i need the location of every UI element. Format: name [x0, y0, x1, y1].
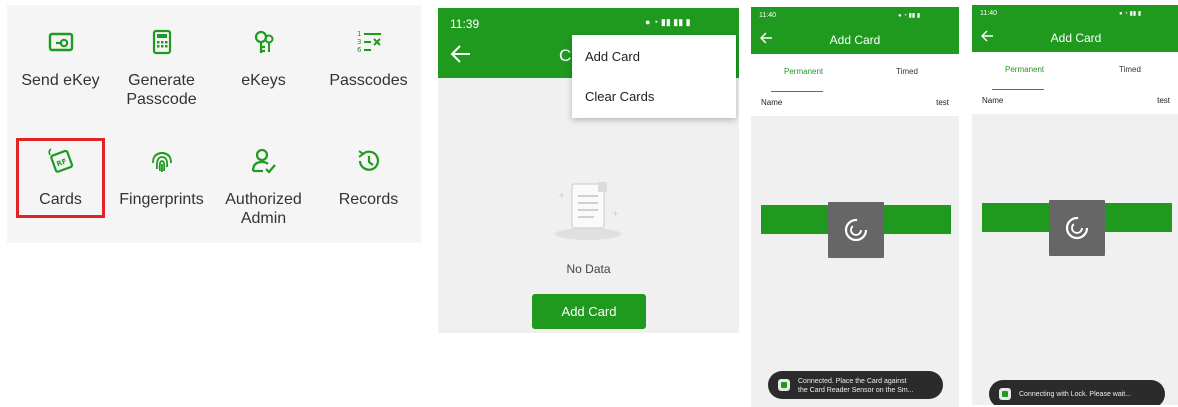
spinner-icon: [1065, 216, 1089, 240]
name-field[interactable]: Name test: [972, 90, 1178, 114]
fingerprint-icon: [151, 152, 172, 172]
toast-text: Connecting with Lock. Please wait...: [1019, 391, 1132, 398]
name-value[interactable]: test: [936, 98, 949, 107]
toast-message: Connected. Place the Card against the Ca…: [768, 371, 943, 399]
lock-features-grid: Send eKey Generate Passcode eKeys 136 Pa…: [7, 5, 421, 243]
cards-label: Cards: [39, 191, 82, 208]
tab-timed[interactable]: Timed: [896, 67, 918, 76]
svg-text:1: 1: [357, 30, 361, 38]
tab-timed[interactable]: Timed: [1119, 65, 1141, 74]
toast-message: Connecting with Lock. Please wait...: [989, 380, 1165, 405]
send-ekey-label: Send eKey: [21, 72, 100, 89]
back-arrow-icon[interactable]: [450, 43, 472, 65]
ekeys-label: eKeys: [241, 72, 286, 89]
authorized-admin-icon: [251, 148, 276, 174]
fingerprints-label: Fingerprints: [119, 191, 204, 208]
empty-state-text: No Data: [566, 262, 611, 276]
tab-bar: Permanent Timed: [751, 54, 959, 94]
name-field[interactable]: Name test: [751, 92, 959, 116]
generate-passcode-label: Generate Passcode: [126, 72, 197, 108]
records-item[interactable]: Records: [317, 147, 420, 209]
passcodes-label: Passcodes: [329, 72, 408, 89]
svg-text:6: 6: [357, 46, 362, 54]
name-label: Name: [982, 96, 1004, 105]
status-time: 11:40: [980, 10, 997, 17]
menu-item-clear-cards[interactable]: Clear Cards: [585, 89, 654, 104]
name-label: Name: [761, 98, 783, 107]
toast-line-2: the Card Reader Sensor on the Sm...: [798, 387, 914, 394]
fingerprints-item[interactable]: Fingerprints: [110, 147, 213, 209]
cards-screen: 11:39 ● ◔ ▮▮ ▮▮ ▮ C + + No Data Add Card…: [438, 8, 739, 333]
generate-passcode-icon: [152, 29, 171, 55]
toast-line-1: Connected. Place the Card against: [798, 378, 907, 385]
app-icon: [778, 379, 790, 391]
tab-permanent[interactable]: Permanent: [784, 67, 823, 76]
page-title: C: [559, 46, 572, 65]
status-icons: ● ◔ ▮▮ ▮: [898, 13, 921, 19]
page-title: Add Card: [1050, 31, 1102, 45]
overflow-menu: Add Card Clear Cards: [572, 35, 736, 118]
status-time: 11:40: [759, 12, 776, 19]
svg-text:RF: RF: [55, 157, 67, 168]
app-icon: [999, 388, 1011, 400]
status-icons: ● ◔ ▮▮ ▮▮ ▮: [645, 17, 691, 27]
loading-overlay: [828, 202, 884, 258]
add-card-connecting-screen: 11:40 ● ◔ ▮▮ ▮ Add Card Permanent Timed …: [972, 5, 1178, 405]
loading-overlay: [1049, 200, 1105, 256]
records-label: Records: [338, 191, 399, 208]
svg-text:+: +: [612, 209, 619, 218]
ekeys-item[interactable]: eKeys: [212, 28, 315, 90]
tab-permanent[interactable]: Permanent: [1005, 65, 1044, 74]
no-data-illustration-icon: + +: [555, 182, 621, 240]
cards-item[interactable]: RF Cards: [9, 147, 112, 209]
spinner-icon: [844, 218, 868, 242]
page-title: Add Card: [829, 33, 881, 47]
send-ekey-icon: [48, 32, 73, 52]
generate-passcode-item[interactable]: Generate Passcode: [110, 28, 213, 109]
status-icons: ● ◔ ▮▮ ▮: [1119, 11, 1142, 17]
add-card-connected-screen: 11:40 ● ◔ ▮▮ ▮ Add Card Permanent Timed …: [751, 7, 959, 407]
add-card-button[interactable]: Add Card: [532, 294, 646, 329]
svg-text:3: 3: [357, 38, 361, 46]
passcodes-item[interactable]: 136 Passcodes: [317, 28, 420, 90]
tab-bar: Permanent Timed: [972, 52, 1178, 92]
status-time: 11:39: [450, 17, 480, 31]
authorized-admin-item[interactable]: Authorized Admin: [212, 147, 315, 228]
send-ekey-item[interactable]: Send eKey: [9, 28, 112, 90]
ekeys-icon: [254, 30, 273, 53]
menu-item-add-card[interactable]: Add Card: [585, 49, 640, 64]
records-icon: [357, 150, 379, 171]
svg-text:+: +: [558, 191, 565, 200]
passcodes-icon: 136: [357, 30, 381, 54]
name-value[interactable]: test: [1157, 96, 1170, 105]
cards-icon: RF: [47, 148, 73, 173]
authorized-admin-label: Authorized Admin: [225, 191, 302, 227]
